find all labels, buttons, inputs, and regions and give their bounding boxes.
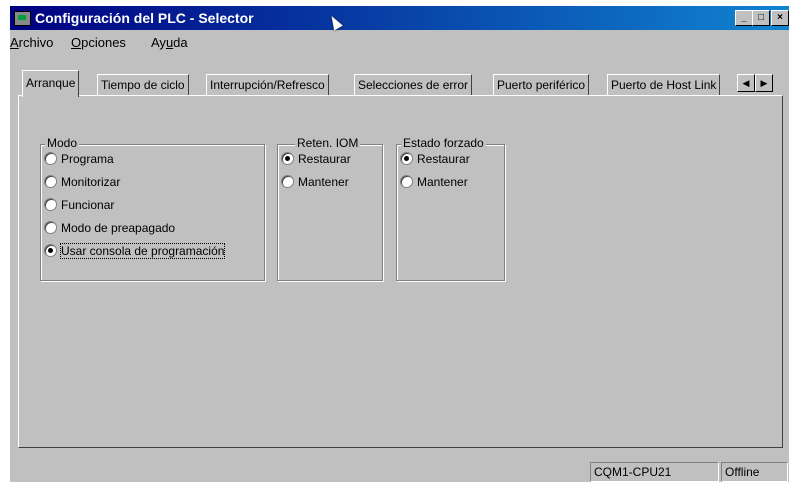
radio-modo-preapagado[interactable]: Modo de preapagado: [44, 220, 175, 240]
radio-reten-mantener[interactable]: Mantener: [281, 174, 349, 194]
menu-opciones-mnemonic: O: [71, 35, 82, 50]
radio-estado-restaurar-label: Restaurar: [417, 151, 470, 166]
tab-puerto-host-link[interactable]: Puerto de Host Link: [607, 74, 721, 95]
tab-panel-arranque: Modo Programa Monitorizar Funcionar Modo…: [18, 95, 783, 448]
menu-opciones[interactable]: Opciones: [71, 35, 126, 50]
tab-selecciones-de-error[interactable]: Selecciones de error: [354, 74, 473, 95]
close-button[interactable]: ×: [771, 10, 789, 26]
arrow-right-icon: ▶: [760, 78, 768, 88]
maximize-icon: □: [757, 12, 765, 23]
tab-strip: Arranque Tiempo de ciclo Interrupción/Re…: [10, 70, 789, 97]
tab-scroll-left-button[interactable]: ◀: [737, 74, 755, 92]
tab-interrupcion-refresco[interactable]: Interrupción/Refresco: [206, 74, 329, 95]
tab-arranque[interactable]: Arranque: [22, 70, 80, 97]
radio-usar-consola-label: Usar consola de programación: [59, 242, 226, 259]
radio-monitorizar[interactable]: Monitorizar: [44, 174, 120, 194]
title-bar[interactable]: Configuración del PLC - Selector _ □ ×: [10, 6, 789, 30]
tab-puerto-periferico[interactable]: Puerto periférico: [493, 74, 590, 95]
radio-usar-consola[interactable]: Usar consola de programación: [44, 242, 226, 263]
arrow-left-icon: ◀: [742, 78, 750, 88]
group-estado-forzado: Estado forzado Restaurar Mantener: [396, 136, 505, 281]
radio-estado-restaurar[interactable]: Restaurar: [400, 151, 470, 171]
radio-funcionar[interactable]: Funcionar: [44, 197, 114, 217]
menu-bar: Archivo Opciones Ayuda: [10, 32, 789, 52]
radio-indicator: [44, 175, 57, 189]
menu-archivo[interactable]: Archivo: [10, 35, 53, 50]
menu-archivo-rest: rchivo: [18, 35, 54, 50]
radio-indicator-selected: [400, 152, 413, 166]
radio-modo-preapagado-label: Modo de preapagado: [61, 220, 176, 235]
close-icon: ×: [777, 12, 783, 23]
app-icon: [14, 11, 31, 26]
radio-reten-mantener-label: Mantener: [298, 174, 349, 189]
radio-reten-restaurar-label: Restaurar: [298, 151, 351, 166]
radio-monitorizar-label: Monitorizar: [61, 174, 121, 189]
radio-estado-mantener-label: Mantener: [417, 174, 468, 189]
group-reten-iom-label: Reten. IOM: [295, 136, 361, 150]
radio-indicator: [44, 198, 57, 212]
plc-config-window: Configuración del PLC - Selector _ □ × A…: [10, 6, 789, 482]
radio-programa-label: Programa: [61, 151, 114, 166]
maximize-button[interactable]: □: [752, 10, 770, 26]
radio-indicator: [44, 221, 57, 235]
radio-funcionar-label: Funcionar: [61, 197, 115, 212]
group-modo: Modo Programa Monitorizar Funcionar Modo…: [40, 136, 265, 281]
group-modo-label: Modo: [45, 136, 80, 150]
radio-indicator: [400, 175, 413, 189]
group-estado-forzado-label: Estado forzado: [401, 136, 486, 150]
status-bar: CQM1-CPU21 Offline: [10, 460, 789, 482]
status-connection: Offline: [721, 462, 788, 482]
menu-archivo-mnemonic: A: [10, 35, 19, 50]
radio-reten-restaurar[interactable]: Restaurar: [281, 151, 351, 171]
menu-opciones-rest: pciones: [81, 35, 126, 50]
tab-scroll-right-button[interactable]: ▶: [755, 74, 773, 92]
status-plc-model: CQM1-CPU21: [590, 462, 719, 482]
radio-programa[interactable]: Programa: [44, 151, 114, 171]
radio-indicator: [44, 152, 57, 166]
minimize-button[interactable]: _: [735, 10, 753, 26]
radio-indicator: [281, 175, 294, 189]
radio-indicator-selected: [281, 152, 294, 166]
menu-ayuda[interactable]: Ayuda: [151, 35, 188, 50]
minimize-icon: _: [741, 12, 747, 23]
radio-indicator-selected: [44, 244, 57, 258]
group-reten-iom: Reten. IOM Restaurar Mantener: [277, 136, 383, 281]
menu-ayuda-post: da: [173, 35, 188, 50]
radio-estado-mantener[interactable]: Mantener: [400, 174, 468, 194]
window-title: Configuración del PLC - Selector: [35, 10, 254, 26]
tab-tiempo-de-ciclo[interactable]: Tiempo de ciclo: [97, 74, 189, 95]
menu-ayuda-pre: Ay: [151, 35, 166, 50]
